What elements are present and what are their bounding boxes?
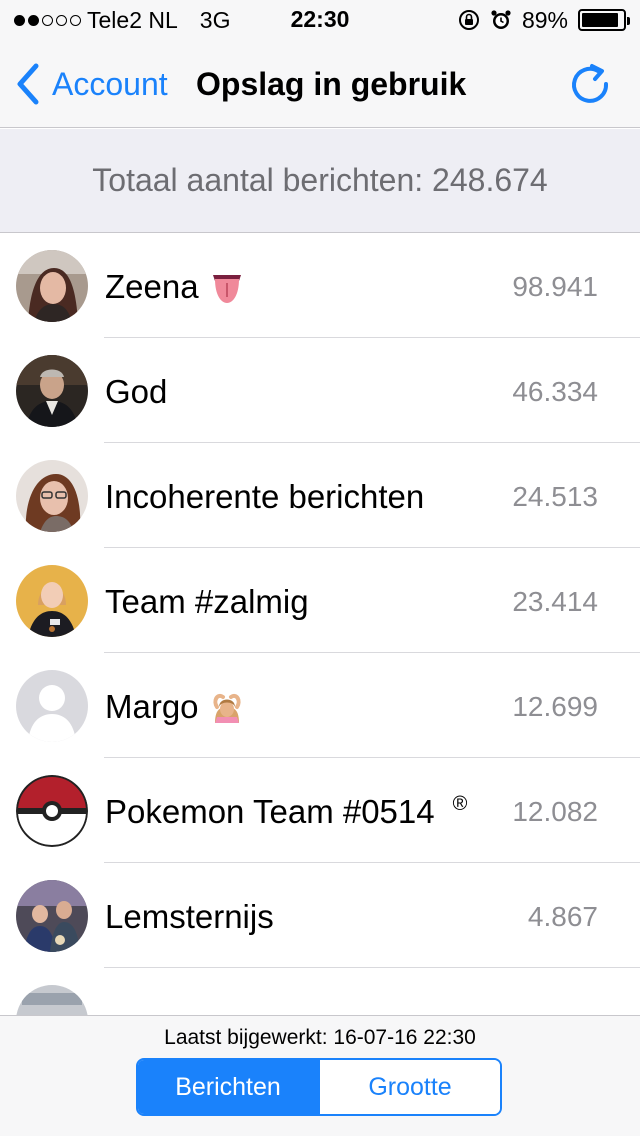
list-item[interactable]: God 46.334 <box>0 338 640 443</box>
chat-name: Team #zalmig <box>105 583 309 620</box>
alarm-icon <box>491 10 511 29</box>
list-item[interactable]: Zeena 98.941 <box>0 233 640 338</box>
navigation-bar: Account Opslag in gebruik <box>0 40 640 128</box>
chat-name: Incoherente berichten <box>105 478 425 515</box>
refresh-icon[interactable] <box>568 62 612 106</box>
list-item[interactable]: Lemsternijs 4.867 <box>0 863 640 968</box>
message-count: 46.334 <box>512 376 598 407</box>
sort-segmented-control[interactable]: Berichten Grootte <box>136 1058 502 1116</box>
list-item[interactable]: Pokemon Team #0514 ® 12.082 <box>0 758 640 863</box>
battery-fill <box>582 13 618 27</box>
battery-percentage: 89% <box>521 6 568 33</box>
battery-icon <box>578 9 630 31</box>
segment-grootte[interactable]: Grootte <box>318 1060 500 1114</box>
status-right: 89% <box>458 6 630 34</box>
avatar <box>16 670 88 742</box>
avatar <box>16 250 88 322</box>
chevron-left-icon <box>17 63 39 105</box>
message-count: 4.867 <box>527 901 598 932</box>
chat-name: Margo <box>105 687 245 727</box>
tongue-emoji-icon <box>209 269 245 305</box>
chat-name: Pokemon Team #0514 ® <box>105 792 467 832</box>
message-count: 24.513 <box>512 481 598 512</box>
chat-name: God <box>105 373 168 410</box>
back-button-label: Account <box>52 65 168 102</box>
avatar <box>16 775 88 847</box>
list-item[interactable]: Margo 12.699 <box>0 653 640 758</box>
list-item[interactable]: Incoherente berichten 24.513 <box>0 443 640 548</box>
back-button[interactable]: Account <box>14 60 168 108</box>
avatar <box>16 355 88 427</box>
avatar <box>16 880 88 952</box>
message-count: 12.699 <box>512 691 598 722</box>
registered-mark: ® <box>452 793 468 815</box>
rotation-lock-icon <box>458 10 479 30</box>
raising-hands-woman-emoji-icon <box>209 689 245 725</box>
list-item[interactable]: Team #zalmig 23.414 <box>0 548 640 653</box>
total-messages-label: Totaal aantal berichten: 248.674 <box>92 162 548 198</box>
chat-name: Zeena <box>105 267 245 307</box>
avatar <box>16 460 88 532</box>
last-updated-label: Laatst bijgewerkt: 16-07-16 22:30 <box>164 1026 476 1049</box>
status-bar: Tele2 NL 3G 22:30 89% <box>0 0 640 40</box>
message-count: 12.082 <box>512 796 598 827</box>
total-messages-header: Totaal aantal berichten: 248.674 <box>0 129 640 233</box>
list-item[interactable] <box>0 968 640 1015</box>
message-count: 23.414 <box>512 586 598 617</box>
avatar <box>16 565 88 637</box>
segment-berichten[interactable]: Berichten <box>138 1060 318 1114</box>
message-count: 98.941 <box>512 271 598 302</box>
bottom-toolbar: Laatst bijgewerkt: 16-07-16 22:30 Berich… <box>0 1015 640 1136</box>
avatar <box>16 985 88 1015</box>
page-title: Opslag in gebruik <box>196 66 467 102</box>
chat-name: Lemsternijs <box>105 898 274 935</box>
chat-list[interactable]: Zeena 98.941 God 46.334 Incoherente beri… <box>0 233 640 1015</box>
